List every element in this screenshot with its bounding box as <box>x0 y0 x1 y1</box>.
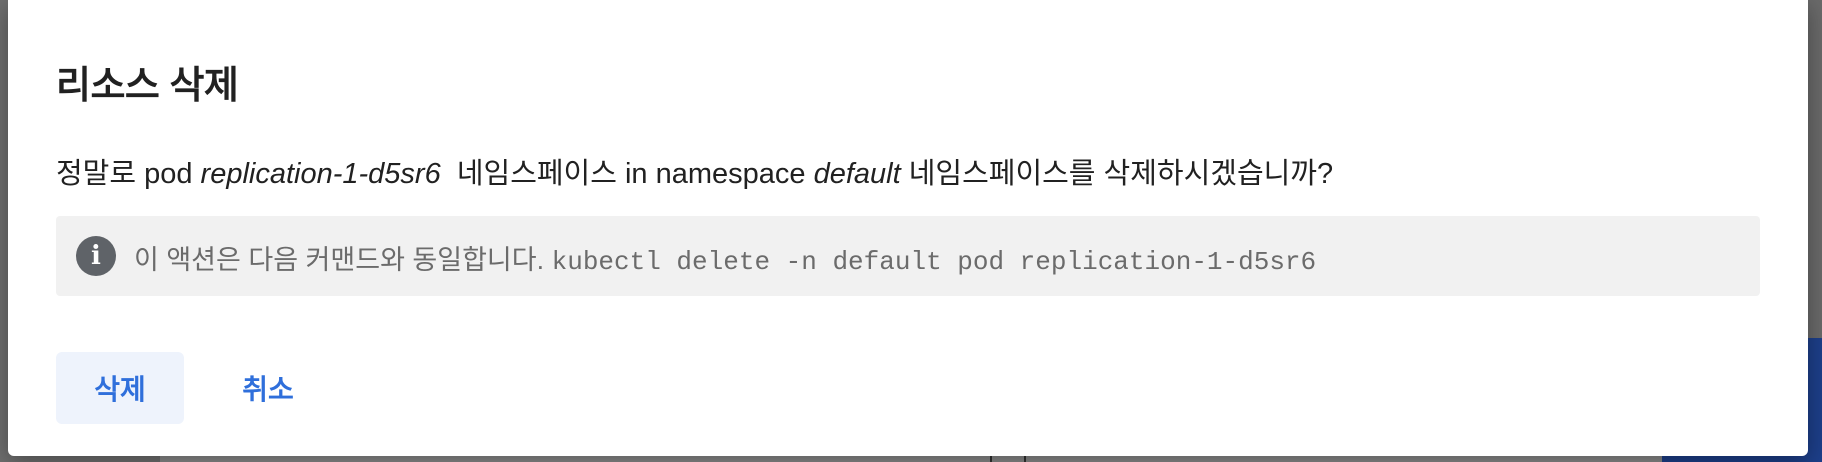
kubectl-command: kubectl delete -n default pod replicatio… <box>551 247 1317 277</box>
message-middle: 네임스페이스 in namespace <box>440 158 814 190</box>
info-icon: i <box>76 236 116 276</box>
delete-button[interactable]: 삭제 <box>56 352 184 424</box>
message-suffix: 네임스페이스를 삭제하시겠습니까? <box>900 158 1334 190</box>
delete-resource-dialog: 리소스 삭제 정말로 pod replication-1-d5sr6 네임스페이… <box>8 0 1808 456</box>
resource-name: replication-1-d5sr6 <box>200 158 441 190</box>
info-text: 이 액션은 다음 커맨드와 동일합니다. kubectl delete -n d… <box>134 238 1316 277</box>
command-info-box: i 이 액션은 다음 커맨드와 동일합니다. kubectl delete -n… <box>56 216 1760 296</box>
cancel-button[interactable]: 취소 <box>216 352 320 424</box>
namespace-name: default <box>813 158 901 190</box>
message-prefix: 정말로 pod <box>56 158 201 190</box>
info-description: 이 액션은 다음 커맨드와 동일합니다. <box>134 245 552 275</box>
confirmation-message: 정말로 pod replication-1-d5sr6 네임스페이스 in na… <box>56 150 1333 192</box>
dialog-title: 리소스 삭제 <box>56 65 239 107</box>
